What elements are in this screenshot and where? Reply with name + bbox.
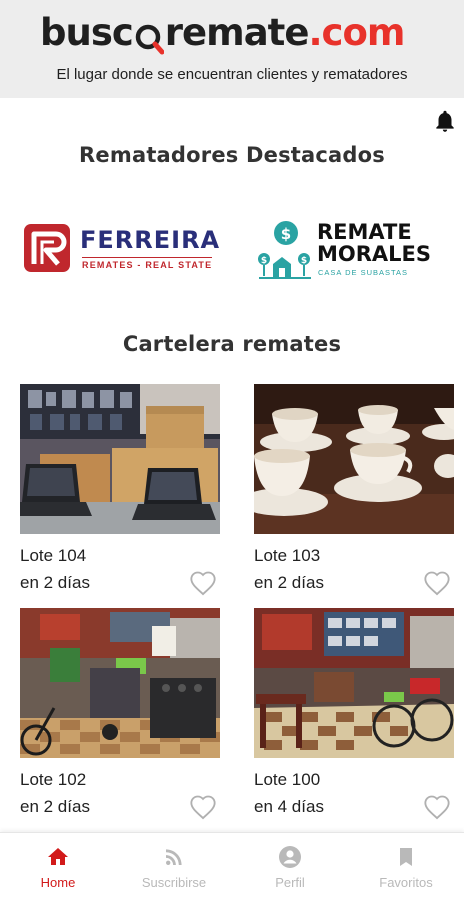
user-icon (279, 846, 301, 868)
featured-auctioneers-title: Rematadores Destacados (79, 143, 385, 167)
favorite-heart-icon[interactable] (423, 794, 451, 820)
lot-card[interactable]: Lote 103 en 2 días (254, 384, 454, 596)
lot-photo[interactable] (20, 384, 220, 534)
bottom-tab-bar: Home Suscribirse Perfil Favoritos (0, 832, 464, 900)
lot-card[interactable]: Lote 104 en 2 días (20, 384, 220, 596)
lot-photo[interactable] (254, 384, 454, 534)
tab-subscribe[interactable]: Suscribirse (116, 833, 232, 900)
home-icon (48, 848, 68, 865)
tab-favorites-label: Favoritos (379, 875, 433, 890)
lot-time-remaining: en 2 días (20, 797, 90, 816)
lot-card[interactable]: Lote 102 en 2 días (20, 608, 220, 820)
partner-morales-name-2: MORALES (317, 242, 432, 266)
tab-profile[interactable]: Perfil (232, 833, 348, 900)
lot-title: Lote 102 (20, 770, 87, 789)
tab-home[interactable]: Home (0, 833, 116, 900)
partner-ferreira-subtitle: REMATES - REAL STATE (82, 257, 213, 270)
auction-billboard-title: Cartelera remates (122, 332, 342, 356)
svg-text:$: $ (261, 256, 267, 266)
favorite-heart-icon[interactable] (189, 794, 217, 820)
lot-photo[interactable] (254, 608, 454, 758)
svg-text:$: $ (301, 256, 307, 266)
tagline: El lugar donde se encuentran clientes y … (56, 66, 408, 83)
lot-title: Lote 103 (254, 546, 321, 565)
bookmark-icon (400, 848, 412, 866)
lot-card[interactable]: Lote 100 en 4 días (254, 608, 454, 820)
lot-time-remaining: en 2 días (254, 573, 324, 592)
favorite-heart-icon[interactable] (423, 570, 451, 596)
lot-title: Lote 104 (20, 546, 87, 565)
lot-photo[interactable] (20, 608, 220, 758)
partner-morales-subtitle: CASA DE SUBASTAS (318, 268, 409, 277)
notification-bell-icon[interactable] (432, 108, 458, 134)
favorite-heart-icon[interactable] (189, 570, 217, 596)
magnifier-icon (134, 10, 165, 56)
tab-home-label: Home (40, 875, 76, 890)
lot-title: Lote 100 (254, 770, 321, 789)
tab-subscribe-label: Suscribirse (141, 875, 207, 890)
lot-time-remaining: en 4 días (254, 797, 324, 816)
lot-time-remaining: en 2 días (20, 573, 90, 592)
tab-favorites[interactable]: Favoritos (348, 833, 464, 900)
tab-profile-label: Perfil (275, 875, 305, 890)
rss-icon (166, 849, 182, 865)
partner-morales-name-1: REMATE (317, 220, 412, 244)
partner-remate-morales[interactable]: $ $ $ REMATE MORALES CASA DE SUBASTAS (255, 218, 449, 282)
site-logo: busc remate .com (40, 10, 405, 56)
partner-ferreira-name: FERREIRA (80, 226, 221, 254)
app-header: busc remate .com El lugar donde se encuent… (0, 0, 464, 98)
svg-text:$: $ (281, 225, 291, 243)
partner-ferreira[interactable]: FERREIRA REMATES - REAL STATE (22, 220, 219, 276)
